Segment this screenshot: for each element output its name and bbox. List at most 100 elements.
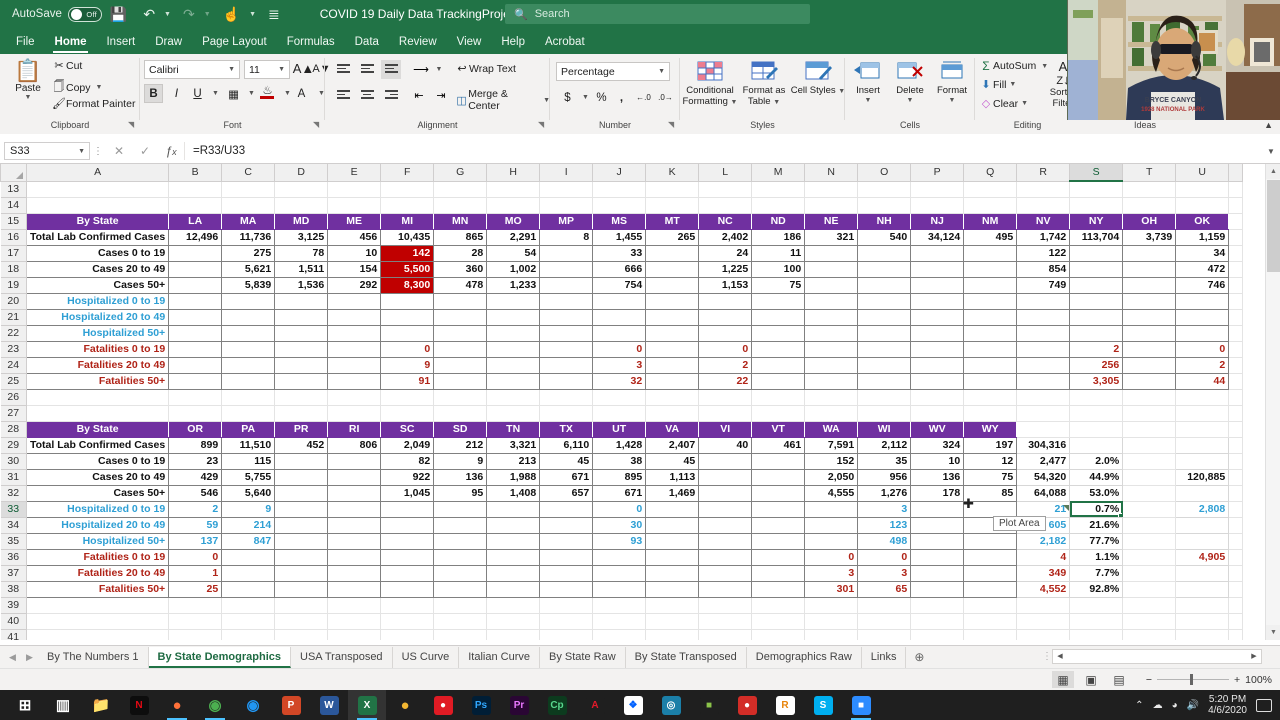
- cell-V39[interactable]: [1228, 597, 1244, 614]
- cell-N32[interactable]: 4,555: [804, 484, 859, 502]
- cell-M31[interactable]: [751, 468, 806, 486]
- cell-C25[interactable]: [221, 372, 276, 390]
- chevron-down-icon[interactable]: ▼: [78, 148, 85, 155]
- cell-L35[interactable]: [698, 532, 753, 550]
- cell-O16[interactable]: 540: [857, 228, 912, 246]
- page-layout-view-icon[interactable]: ▣: [1080, 671, 1102, 688]
- cell-C35[interactable]: 847: [221, 532, 276, 550]
- increase-decimal-button[interactable]: ←.0: [634, 88, 653, 107]
- cell-D19[interactable]: 1,536: [274, 276, 329, 294]
- cell-L37[interactable]: [698, 564, 753, 582]
- sheet-tab-by-the-numbers-1[interactable]: By The Numbers 1: [38, 646, 149, 668]
- chevron-down-icon[interactable]: ▼: [773, 99, 780, 106]
- cell-D37[interactable]: [274, 564, 329, 582]
- cell-I16[interactable]: 8: [539, 228, 594, 246]
- format-as-table-button[interactable]: Format as Table ▼: [736, 60, 792, 108]
- cell-M18[interactable]: 100: [751, 260, 806, 278]
- cell-S23[interactable]: 2: [1069, 340, 1124, 358]
- cell-B33[interactable]: 2: [168, 500, 223, 518]
- clear-button[interactable]: ◇ Clear ▼: [979, 97, 1028, 111]
- cell-G33[interactable]: [433, 500, 488, 518]
- cell-I40[interactable]: [539, 613, 594, 630]
- column-header-s[interactable]: S: [1069, 164, 1124, 182]
- cell-I18[interactable]: [539, 260, 594, 278]
- cell-C30[interactable]: 115: [221, 452, 276, 470]
- cell-O34[interactable]: 123: [857, 516, 912, 534]
- cell-I30[interactable]: 45: [539, 452, 594, 470]
- cell-R37[interactable]: 349: [1016, 565, 1071, 582]
- cell-B13[interactable]: [168, 181, 223, 198]
- cell-S22[interactable]: [1069, 324, 1124, 342]
- decrease-decimal-button[interactable]: .0→: [656, 88, 675, 107]
- taskbar-zoom[interactable]: ■: [842, 690, 880, 720]
- percent-format-button[interactable]: %: [592, 88, 611, 107]
- underline-button[interactable]: U: [188, 84, 207, 103]
- orientation-icon[interactable]: ⟶: [411, 60, 431, 79]
- undo-dropdown-icon[interactable]: ▼: [164, 11, 171, 18]
- cell-M26[interactable]: [751, 389, 806, 406]
- cell-B27[interactable]: [168, 405, 223, 422]
- taskbar-start-button[interactable]: ⊞: [6, 690, 44, 720]
- cell-L29[interactable]: 40: [698, 436, 753, 454]
- cell-J33[interactable]: 0: [592, 500, 647, 518]
- vertical-scrollbar[interactable]: ▲ ▼: [1265, 164, 1280, 640]
- ideas-button[interactable]: Ideas: [1110, 120, 1180, 130]
- cell-L41[interactable]: [698, 629, 753, 640]
- cell-O41[interactable]: [857, 629, 912, 640]
- cell-S27[interactable]: [1069, 405, 1124, 422]
- row-header-14[interactable]: 14: [0, 196, 27, 214]
- cell-U13[interactable]: [1175, 181, 1230, 198]
- cell-I36[interactable]: [539, 548, 594, 566]
- chevron-down-icon[interactable]: ▼: [847, 97, 889, 105]
- taskbar-winrar[interactable]: ■: [690, 690, 728, 720]
- column-header-h[interactable]: H: [486, 164, 541, 182]
- taskbar-excel[interactable]: X: [348, 690, 386, 720]
- sheet-tab-italian-curve[interactable]: Italian Curve: [459, 646, 541, 668]
- cell-E34[interactable]: [327, 516, 382, 534]
- sheet-tab-us-curve[interactable]: US Curve: [393, 646, 460, 668]
- cell-N41[interactable]: [804, 629, 859, 640]
- cell-T23[interactable]: [1122, 340, 1177, 358]
- cell-C41[interactable]: [221, 629, 276, 640]
- cell-K14[interactable]: [645, 197, 700, 214]
- cell-U14[interactable]: [1175, 197, 1230, 214]
- cell-Q39[interactable]: [963, 597, 1018, 614]
- table2-row-label-36[interactable]: Fatalities 0 to 19: [25, 548, 170, 566]
- cell-M14[interactable]: [751, 197, 806, 214]
- cell-K38[interactable]: [645, 580, 700, 598]
- column-header-v[interactable]: [1228, 164, 1244, 182]
- tab-draw[interactable]: Draw: [145, 30, 192, 54]
- cell-E38[interactable]: [327, 580, 382, 598]
- cell-J37[interactable]: [592, 564, 647, 582]
- cell-K24[interactable]: [645, 356, 700, 374]
- sheet-tab-by-state-raw[interactable]: By State Raw: [540, 646, 626, 668]
- row-header-39[interactable]: 39: [0, 596, 27, 614]
- cell-G32[interactable]: 95: [433, 484, 488, 502]
- cell-B25[interactable]: [168, 372, 223, 390]
- cell-A14[interactable]: [26, 197, 170, 214]
- cell-G41[interactable]: [433, 629, 488, 640]
- cell-M35[interactable]: [751, 532, 806, 550]
- cell-R16[interactable]: 1,742: [1016, 228, 1071, 246]
- cell-T31[interactable]: [1122, 469, 1177, 486]
- cell-L31[interactable]: [698, 468, 753, 486]
- cell-U25[interactable]: 44: [1175, 372, 1230, 390]
- cell-D35[interactable]: [274, 532, 329, 550]
- cell-D26[interactable]: [274, 389, 329, 406]
- column-header-l[interactable]: L: [698, 164, 753, 182]
- cell-O27[interactable]: [857, 405, 912, 422]
- column-header-p[interactable]: P: [910, 164, 965, 182]
- cell-R28[interactable]: [1016, 421, 1071, 438]
- cell-V15[interactable]: [1228, 213, 1244, 230]
- cell-K40[interactable]: [645, 613, 700, 630]
- cell-P39[interactable]: [910, 597, 965, 614]
- table2-state-header-vi[interactable]: VI: [698, 421, 753, 438]
- cell-I26[interactable]: [539, 389, 594, 406]
- row-header-38[interactable]: 38: [0, 580, 27, 598]
- cell-R19[interactable]: 749: [1016, 276, 1071, 294]
- cell-Q20[interactable]: [963, 292, 1018, 310]
- cell-I35[interactable]: [539, 532, 594, 550]
- cell-P35[interactable]: [910, 532, 965, 550]
- cell-R25[interactable]: [1016, 372, 1071, 390]
- zoom-in-button[interactable]: +: [1234, 674, 1240, 686]
